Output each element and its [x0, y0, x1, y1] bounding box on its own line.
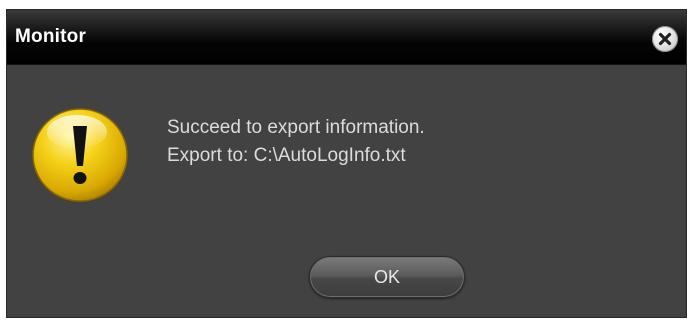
message-text: Succeed to export information. Export to… [167, 114, 425, 170]
monitor-dialog: Monitor Succeed to export information. E… [6, 9, 687, 318]
title-bar[interactable]: Monitor [7, 10, 686, 65]
dialog-title: Monitor [15, 26, 87, 47]
ok-button[interactable]: OK [309, 256, 465, 298]
message-line-1: Succeed to export information. [167, 117, 425, 138]
close-button[interactable] [652, 26, 678, 52]
close-icon [658, 32, 672, 46]
message-line-2: Export to: C:\AutoLogInfo.txt [167, 145, 406, 166]
warning-icon [29, 106, 131, 204]
